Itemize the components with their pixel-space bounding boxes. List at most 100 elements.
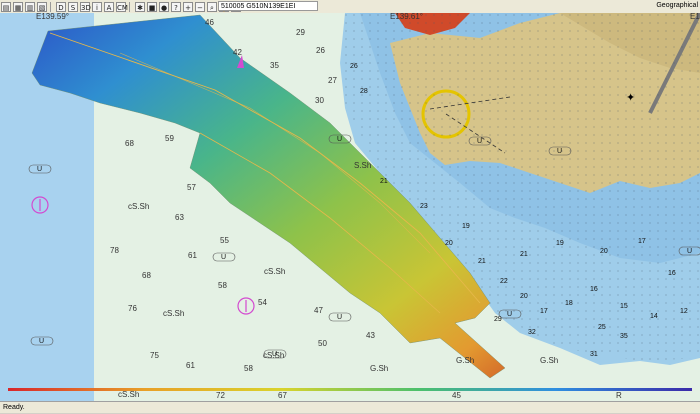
depth-sounding: 30 xyxy=(315,96,324,105)
coastal-sounding: 21 xyxy=(380,178,388,185)
zoom-in-icon[interactable]: + xyxy=(183,1,193,12)
coastal-sounding: 16 xyxy=(590,286,598,293)
longitude-tick-label: E139.63° xyxy=(690,13,700,21)
u-marker: U xyxy=(221,254,226,261)
seabed-type-label: G.Sh xyxy=(456,356,474,365)
d-button[interactable]: D xyxy=(56,1,66,12)
status-bar: Ready. xyxy=(0,401,700,413)
coastal-sounding: 31 xyxy=(590,351,598,358)
depth-sounding: 27 xyxy=(328,76,337,85)
u-marker: U xyxy=(687,248,692,255)
depth-sounding: 63 xyxy=(175,213,184,222)
depth-sounding: 55 xyxy=(220,236,229,245)
depth-sounding: 43 xyxy=(366,331,375,340)
chart-map-view[interactable]: ✦ E139.59°E139.61°E139.63° 4642352629302… xyxy=(0,13,700,401)
depth-sounding: 68 xyxy=(125,139,134,148)
u-marker: U xyxy=(507,311,512,318)
seabed-type-label: S.Sh xyxy=(354,161,371,170)
open-icon[interactable]: ▤ xyxy=(1,1,11,12)
u-marker: U xyxy=(557,148,562,155)
coastal-sounding: 12 xyxy=(680,308,688,315)
coastal-sounding: 32 xyxy=(528,329,536,336)
depth-sounding: 26 xyxy=(316,46,325,55)
gear-icon[interactable]: ✱ xyxy=(135,1,145,12)
coastal-sounding: 15 xyxy=(620,303,628,310)
coastal-sounding: 17 xyxy=(638,238,646,245)
info-button[interactable]: i xyxy=(92,1,102,12)
coastal-sounding: 23 xyxy=(420,203,428,210)
a-button[interactable]: A xyxy=(104,1,114,12)
depth-sounding: 61 xyxy=(186,361,195,370)
depth-sounding: 47 xyxy=(314,306,323,315)
depth-color-scale xyxy=(8,388,692,391)
depth-sounding: 45 xyxy=(452,391,461,400)
help-icon[interactable]: ? xyxy=(171,1,181,12)
3d-button[interactable]: 3D xyxy=(80,1,91,12)
seabed-type-label: cS.Sh xyxy=(118,390,139,399)
coastal-sounding: 20 xyxy=(600,248,608,255)
depth-sounding: 59 xyxy=(165,134,174,143)
depth-sounding: 46 xyxy=(205,18,214,27)
depth-sounding: 35 xyxy=(270,61,279,70)
globe-icon[interactable]: ● xyxy=(159,1,169,12)
seabed-type-label: R xyxy=(616,391,622,400)
projection-mode-label[interactable]: Geographical xyxy=(656,1,698,11)
coordinate-readout: 510005 G510N139E1EI xyxy=(218,1,318,11)
u-marker: U xyxy=(272,351,277,358)
seabed-type-label: G.Sh xyxy=(370,364,388,373)
zoom-out-icon[interactable]: − xyxy=(195,1,205,12)
depth-sounding: 54 xyxy=(258,298,267,307)
search-icon[interactable]: ⌕ xyxy=(207,1,217,12)
coastal-sounding: 14 xyxy=(650,313,658,320)
cm-button[interactable]: CM xyxy=(116,1,128,12)
s-button[interactable]: S xyxy=(68,1,78,12)
toolbar-separator xyxy=(129,1,132,12)
coastal-sounding: 20 xyxy=(520,293,528,300)
longitude-tick-label: E139.61° xyxy=(390,13,423,21)
layers-icon[interactable]: ▧ xyxy=(37,1,47,12)
u-marker: U xyxy=(37,166,42,173)
depth-sounding: 78 xyxy=(110,246,119,255)
seabed-type-label: cS.Sh xyxy=(163,309,184,318)
u-marker: U xyxy=(337,136,342,143)
coastal-sounding: 19 xyxy=(556,240,564,247)
coastal-sounding: 20 xyxy=(445,240,453,247)
coastal-sounding: 35 xyxy=(620,333,628,340)
depth-sounding: 58 xyxy=(244,364,253,373)
coastal-sounding: 19 xyxy=(462,223,470,230)
seabed-type-label: cS.Sh xyxy=(264,267,285,276)
palette-icon[interactable]: ■ xyxy=(147,1,157,12)
coastal-sounding: 17 xyxy=(540,308,548,315)
depth-sounding: 50 xyxy=(318,339,327,348)
coastal-sounding: 29 xyxy=(494,316,502,323)
toolbar: ▤▦▥▧DS3DiACM✱■●?+−⌕✋⊞ xyxy=(0,0,700,14)
coastal-sounding: 16 xyxy=(668,270,676,277)
coastal-sounding: 28 xyxy=(360,88,368,95)
u-marker: U xyxy=(39,338,44,345)
coastal-sounding: 21 xyxy=(520,251,528,258)
depth-sounding: 42 xyxy=(233,48,242,57)
toolbar-separator xyxy=(50,1,53,12)
coastal-sounding: 25 xyxy=(598,324,606,331)
depth-sounding: 67 xyxy=(278,391,287,400)
coastal-sounding: 22 xyxy=(500,278,508,285)
depth-sounding: 61 xyxy=(188,251,197,260)
save-icon[interactable]: ▦ xyxy=(13,1,23,12)
coastal-sounding: 21 xyxy=(478,258,486,265)
seabed-type-label: G.Sh xyxy=(540,356,558,365)
depth-sounding: 68 xyxy=(142,271,151,280)
u-marker: U xyxy=(477,138,482,145)
coastal-sounding: 18 xyxy=(565,300,573,307)
depth-sounding: 58 xyxy=(218,281,227,290)
u-marker: U xyxy=(337,314,342,321)
depth-sounding: 75 xyxy=(150,351,159,360)
depth-sounding: 76 xyxy=(128,304,137,313)
depth-sounding: 57 xyxy=(187,183,196,192)
print-icon[interactable]: ▥ xyxy=(25,1,35,12)
depth-sounding: 72 xyxy=(216,391,225,400)
map-canvas[interactable]: ✦ E139.59°E139.61°E139.63° 4642352629302… xyxy=(0,13,700,401)
coastal-sounding: 26 xyxy=(350,63,358,70)
longitude-tick-label: E139.59° xyxy=(36,13,69,21)
seabed-type-label: cS.Sh xyxy=(128,202,149,211)
depth-sounding: 29 xyxy=(296,28,305,37)
